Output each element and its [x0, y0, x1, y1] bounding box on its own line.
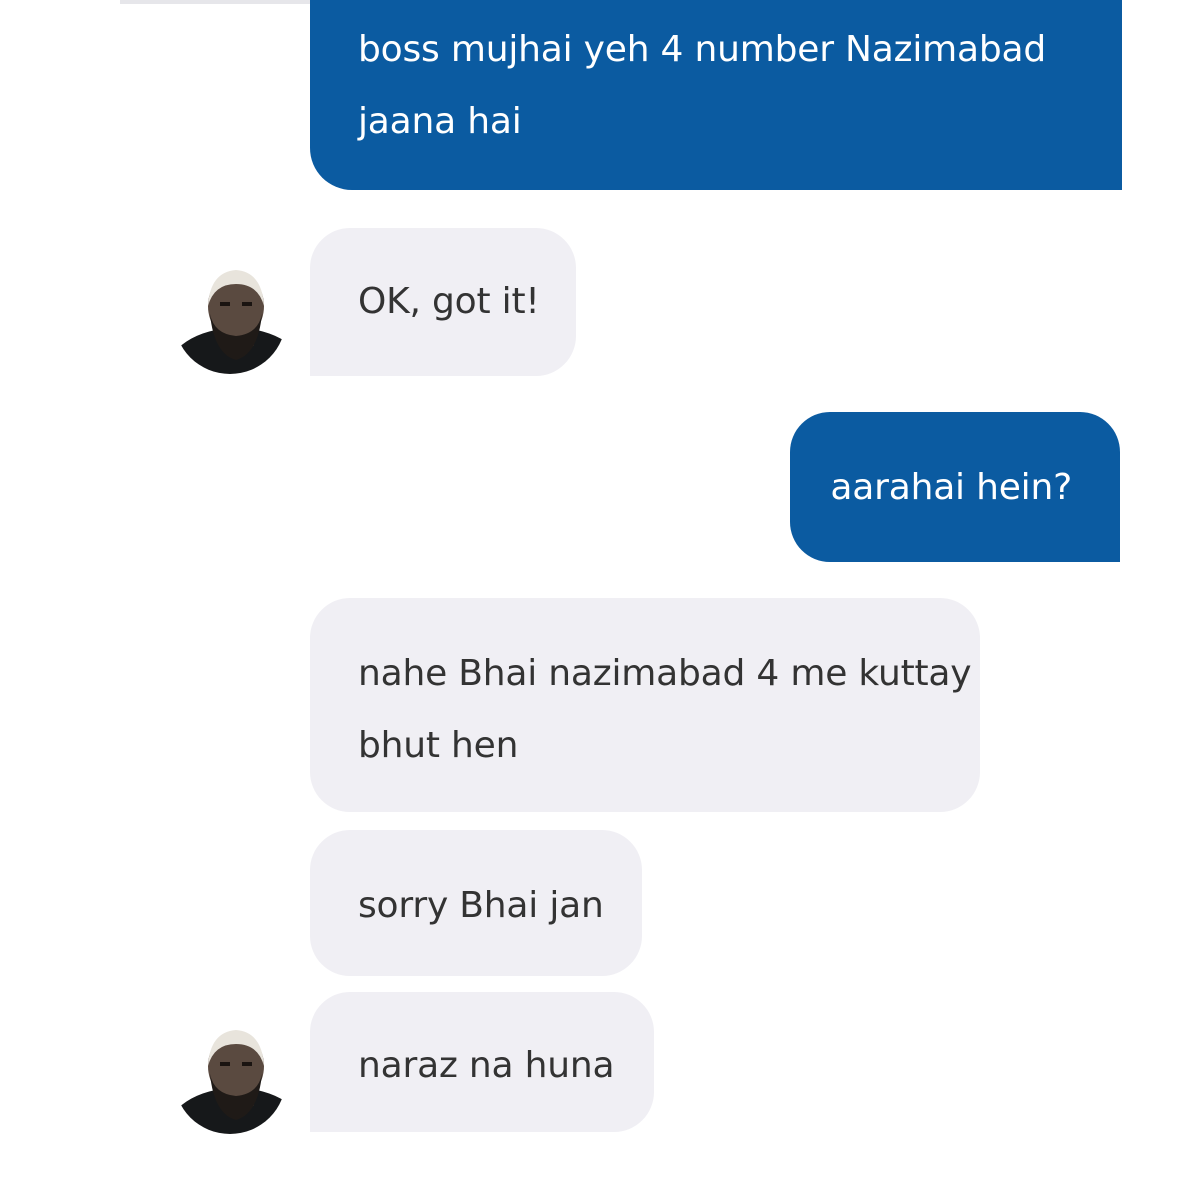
message-bubble-received: nahe Bhai nazimabad 4 me kuttay bhut hen [310, 598, 980, 812]
driver-avatar [174, 1022, 286, 1134]
message-bubble-received: sorry Bhai jan [310, 830, 642, 976]
divider [120, 0, 320, 4]
message-bubble-sent: aarahai hein? [790, 412, 1120, 562]
message-text: OK, got it! [358, 281, 540, 322]
driver-avatar-icon [174, 262, 286, 374]
message-text: sorry Bhai jan [358, 885, 604, 926]
message-text: aarahai hein? [830, 467, 1072, 508]
message-bubble-received: naraz na huna [310, 992, 654, 1132]
message-text: boss mujhai yeh 4 number Nazimabad jaana… [358, 29, 1047, 142]
message-bubble-received: OK, got it! [310, 228, 576, 376]
driver-avatar-icon [174, 1022, 286, 1134]
message-text: nahe Bhai nazimabad 4 me kuttay bhut hen [358, 653, 972, 766]
driver-avatar [174, 262, 286, 374]
message-bubble-sent: boss mujhai yeh 4 number Nazimabad jaana… [310, 0, 1122, 190]
message-text: naraz na huna [358, 1045, 615, 1086]
